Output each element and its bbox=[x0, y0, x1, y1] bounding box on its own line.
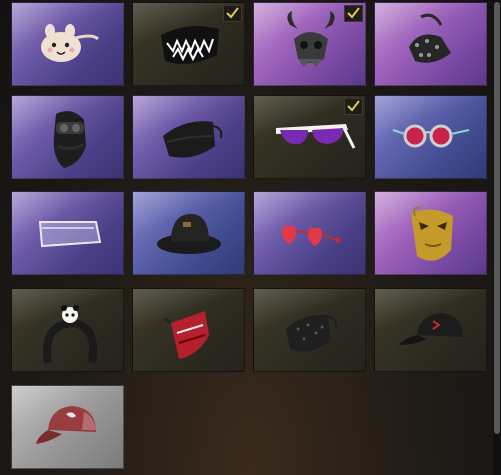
item-slot-round-red-glasses[interactable] bbox=[374, 95, 487, 179]
item-slot-black-cloth-mask[interactable] bbox=[132, 95, 245, 179]
red-cap-icon bbox=[36, 406, 96, 444]
item-slot-gold-masquerade-mask[interactable] bbox=[374, 191, 487, 275]
item-slot-clear-face-shield[interactable] bbox=[11, 191, 124, 275]
equipped-check-icon bbox=[344, 5, 363, 22]
item-slot-horned-mask[interactable] bbox=[253, 2, 366, 86]
scroll-thumb[interactable] bbox=[494, 2, 500, 434]
item-slot-heart-sunglasses[interactable] bbox=[253, 191, 366, 275]
black-cloth-mask-icon bbox=[163, 121, 223, 158]
item-slot-red-tech-mask[interactable] bbox=[132, 288, 245, 372]
gold-mask-icon bbox=[411, 206, 453, 261]
item-slot-shark-teeth-face-mask[interactable] bbox=[132, 2, 245, 86]
item-slot-white-purple-sunglasses[interactable] bbox=[253, 95, 366, 179]
inventory-grid bbox=[0, 0, 501, 475]
item-slot-balaclava-goggles[interactable] bbox=[11, 95, 124, 179]
item-slot-black-bucket-hat[interactable] bbox=[132, 191, 245, 275]
bucket-hat-icon bbox=[157, 214, 221, 254]
item-slot-plush-bunny-mask[interactable] bbox=[11, 2, 124, 86]
item-slot-red-baseball-cap[interactable] bbox=[11, 385, 124, 469]
equipped-check-icon bbox=[223, 5, 242, 22]
red-tech-mask-icon bbox=[164, 311, 209, 359]
baseball-cap-icon bbox=[399, 313, 463, 345]
patterned-mask-icon bbox=[286, 314, 338, 352]
round-glasses-icon bbox=[392, 124, 470, 148]
spiked-muzzle-icon bbox=[409, 13, 451, 63]
heart-sunglasses-icon bbox=[282, 225, 341, 246]
item-slot-black-patterned-mask[interactable] bbox=[253, 288, 366, 372]
panda-headband-icon bbox=[43, 305, 97, 364]
item-slot-spiked-leather-muzzle[interactable] bbox=[374, 2, 487, 86]
scrollbar[interactable] bbox=[493, 0, 501, 475]
plush-bunny-mask-icon bbox=[41, 24, 100, 62]
item-slot-black-baseball-cap[interactable] bbox=[374, 288, 487, 372]
face-shield-icon bbox=[38, 221, 102, 248]
item-slot-panda-headband[interactable] bbox=[11, 288, 124, 372]
balaclava-goggles-icon bbox=[53, 111, 86, 168]
equipped-check-icon bbox=[344, 98, 363, 115]
